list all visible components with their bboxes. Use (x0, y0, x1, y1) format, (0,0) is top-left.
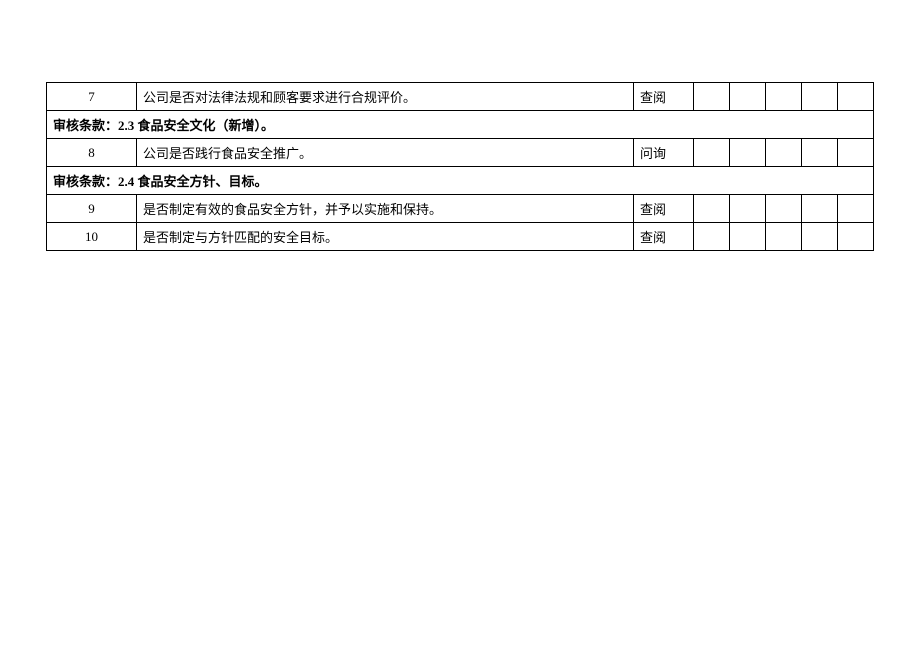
section-label: 审核条款：2.4 食品安全方针、目标。 (47, 167, 874, 195)
row-blank (730, 139, 766, 167)
section-header-row: 审核条款：2.3 食品安全文化（新增）。 (47, 111, 874, 139)
row-description: 公司是否对法律法规和顾客要求进行合规评价。 (137, 83, 634, 111)
row-blank (694, 195, 730, 223)
row-blank (730, 83, 766, 111)
row-blank (730, 195, 766, 223)
section-label: 审核条款：2.3 食品安全文化（新增）。 (47, 111, 874, 139)
row-description: 公司是否践行食品安全推广。 (137, 139, 634, 167)
section-header-row: 审核条款：2.4 食品安全方针、目标。 (47, 167, 874, 195)
row-blank (766, 195, 802, 223)
table-row: 9 是否制定有效的食品安全方针，并予以实施和保持。 查阅 (47, 195, 874, 223)
table-row: 10 是否制定与方针匹配的安全目标。 查阅 (47, 223, 874, 251)
row-number: 7 (47, 83, 137, 111)
row-blank (802, 139, 838, 167)
row-blank (730, 223, 766, 251)
row-description: 是否制定有效的食品安全方针，并予以实施和保持。 (137, 195, 634, 223)
row-method: 查阅 (634, 83, 694, 111)
row-blank (838, 223, 874, 251)
row-number: 8 (47, 139, 137, 167)
row-blank (766, 139, 802, 167)
row-number: 9 (47, 195, 137, 223)
row-blank (766, 223, 802, 251)
row-blank (838, 139, 874, 167)
row-blank (838, 83, 874, 111)
row-method: 查阅 (634, 195, 694, 223)
table-row: 7 公司是否对法律法规和顾客要求进行合规评价。 查阅 (47, 83, 874, 111)
row-description: 是否制定与方针匹配的安全目标。 (137, 223, 634, 251)
row-blank (694, 83, 730, 111)
row-blank (802, 83, 838, 111)
row-method: 问询 (634, 139, 694, 167)
row-blank (694, 139, 730, 167)
audit-checklist-table: 7 公司是否对法律法规和顾客要求进行合规评价。 查阅 审核条款：2.3 食品安全… (46, 82, 874, 251)
row-blank (694, 223, 730, 251)
row-blank (838, 195, 874, 223)
table-row: 8 公司是否践行食品安全推广。 问询 (47, 139, 874, 167)
row-blank (802, 195, 838, 223)
row-blank (802, 223, 838, 251)
row-number: 10 (47, 223, 137, 251)
row-method: 查阅 (634, 223, 694, 251)
row-blank (766, 83, 802, 111)
